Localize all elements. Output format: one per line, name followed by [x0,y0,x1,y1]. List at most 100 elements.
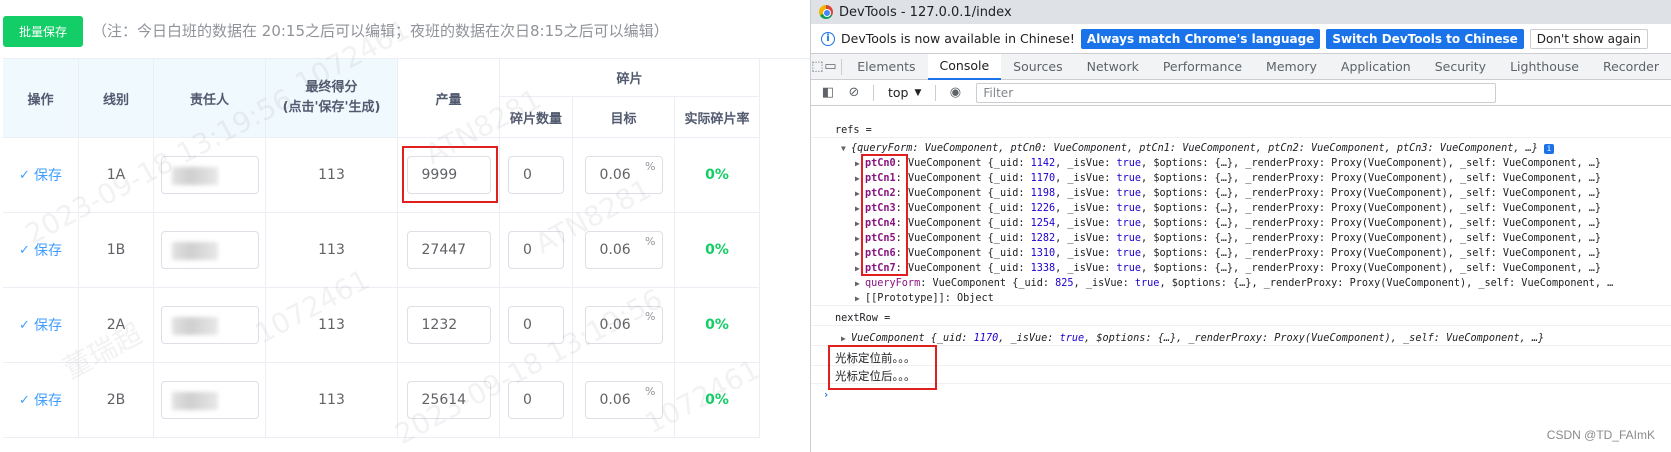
owner-select-redacted[interactable] [160,231,259,269]
context-select[interactable]: top ▼ [882,85,927,100]
header-final-score: 最终得分 (点击'保存'生成) [266,59,398,138]
collapse-triangle-icon[interactable]: ▶ [855,171,865,186]
row-scrap-cell: 0 [500,138,573,213]
owner-select-redacted[interactable] [160,306,259,344]
dont-show-again-button[interactable]: Don't show again [1529,28,1648,49]
switch-to-chinese-button[interactable]: Switch DevTools to Chinese [1326,28,1524,49]
collapse-triangle-icon[interactable]: ▶ [855,156,865,171]
chevron-down-icon: ▼ [914,87,922,98]
row-rate-cell: 0% [675,213,760,288]
ptcn-line[interactable]: ▶ ptCn6: VueComponent {_uid: 1310, _isVue… [811,246,1601,261]
ptcn-uid: 1226 [1030,203,1056,214]
tab-performance[interactable]: Performance [1151,54,1254,80]
clear-console-icon[interactable]: ⊘ [843,85,865,100]
next-row-label-line: nextRow = [811,311,1671,326]
next-row-uid: 1170 [973,333,999,344]
data-entry-app: 批量保存 （注：今日白班的数据在 20:15之后可以编辑；夜班的数据在次日8:1… [0,0,810,452]
tab-memory[interactable]: Memory [1254,54,1329,80]
output-input[interactable]: 9999 [406,156,491,194]
filter-input[interactable]: Filter [976,82,1497,103]
row-score: 113 [266,288,398,363]
sidebar-toggle-icon[interactable]: ◧ [817,85,839,100]
row-op-cell: ✓ 保存 [3,363,79,438]
scrap-count-input[interactable]: 0 [508,306,564,344]
collapse-triangle-icon[interactable]: ▶ [855,201,865,216]
collapse-triangle-icon[interactable]: ▶ [855,231,865,246]
refs-summary-line[interactable]: ▼ {queryForm: VueComponent, ptCn0: VueCom… [811,141,1555,156]
ptcn-key: ptCn6 [865,248,896,259]
console-output: refs = ▼ {queryForm: VueComponent, ptCn0:… [811,118,1671,452]
devtools-tabbar: ⬚ ▭ Elements Console Sources Network Perform… [811,53,1671,80]
row-save-label: 保存 [33,318,62,334]
output-input[interactable]: 1232 [406,306,491,344]
scrap-count-value: 0 [523,392,532,408]
chrome-icon [819,5,833,19]
device-toolbar-icon[interactable]: ▭ [824,59,837,74]
ptcn-uid: 1310 [1030,248,1056,259]
target-input[interactable]: 0.06% [584,381,663,419]
row-save-button[interactable]: ✓ 保存 [19,390,62,410]
console-prompt[interactable]: › [811,388,829,403]
owner-select-redacted[interactable] [160,381,259,419]
tab-network[interactable]: Network [1075,54,1151,80]
check-icon: ✓ [19,317,30,333]
ptcn-uid: 1142 [1030,158,1056,169]
target-input[interactable]: 0.06% [584,231,663,269]
ptcn-line[interactable]: ▶ ptCn7: VueComponent {_uid: 1338, _isVue… [811,261,1601,276]
info-badge-icon: i [1544,144,1555,154]
row-save-button[interactable]: ✓ 保存 [19,240,62,260]
ptcn-line[interactable]: ▶ ptCn3: VueComponent {_uid: 1226, _isVue… [811,201,1601,216]
tab-elements[interactable]: Elements [845,54,927,80]
prompt-chevron-icon: › [823,390,830,401]
output-input[interactable]: 27447 [406,231,491,269]
tab-console[interactable]: Console [927,53,1002,80]
collapse-triangle-icon[interactable]: ▶ [855,276,865,291]
infobar-text: DevTools is now available in Chinese! [841,31,1075,46]
tab-sources[interactable]: Sources [1001,54,1074,80]
next-row-value-line[interactable]: ▶ VueComponent {_uid: 1170, _isVue: true,… [811,331,1671,346]
row-actual-rate: 0% [705,242,729,258]
ptcn-key: ptCn5 [865,233,896,244]
row-line: 1B [79,213,154,288]
collapse-triangle-icon[interactable]: ▶ [855,186,865,201]
header-actual-rate: 实际碎片率 [675,97,760,138]
batch-save-button[interactable]: 批量保存 [3,16,83,47]
collapse-triangle-icon[interactable]: ▶ [855,291,865,306]
scrap-count-input[interactable]: 0 [508,156,564,194]
row-actual-rate: 0% [705,167,729,183]
prototype-line[interactable]: ▶ [[Prototype]]: Object [811,291,1671,306]
output-input[interactable]: 25614 [406,381,491,419]
tab-application[interactable]: Application [1329,54,1423,80]
csdn-watermark: CSDN @TD_FAImK [1546,428,1655,442]
target-value: 0.06 [599,167,631,183]
tab-security[interactable]: Security [1423,54,1498,80]
row-line: 2B [79,363,154,438]
console-toolbar: ◧ ⊘ top ▼ ◉ Filter [811,80,1671,106]
ptcn-line[interactable]: ▶ ptCn1: VueComponent {_uid: 1170, _isVue… [811,171,1601,186]
scrap-count-input[interactable]: 0 [508,381,564,419]
ptcn-line[interactable]: ▶ ptCn2: VueComponent {_uid: 1198, _isVue… [811,186,1601,201]
ptcn-line[interactable]: ▶ ptCn4: VueComponent {_uid: 1254, _isVue… [811,216,1601,231]
collapse-triangle-icon[interactable]: ▶ [855,246,865,261]
target-input[interactable]: 0.06% [584,156,663,194]
collapse-triangle-icon[interactable]: ▶ [855,261,865,276]
owner-select-redacted[interactable] [160,156,259,194]
target-input[interactable]: 0.06% [584,306,663,344]
row-save-button[interactable]: ✓ 保存 [19,315,62,335]
collapse-triangle-icon[interactable]: ▶ [855,216,865,231]
scrap-count-input[interactable]: 0 [508,231,564,269]
expand-triangle-icon[interactable]: ▼ [841,141,851,156]
always-match-language-button[interactable]: Always match Chrome's language [1080,28,1321,49]
query-form-key: queryForm [865,278,921,289]
ptcn-line[interactable]: ▶ ptCn0: VueComponent {_uid: 1142, _isVue… [811,156,1601,171]
row-save-button[interactable]: ✓ 保存 [19,165,62,185]
eye-icon[interactable]: ◉ [944,85,966,100]
inspect-element-icon[interactable]: ⬚ [811,59,824,74]
tab-recorder[interactable]: Recorder [1591,54,1671,80]
tab-lighthouse[interactable]: Lighthouse [1498,54,1591,80]
collapse-triangle-icon[interactable]: ▶ [841,331,851,346]
header-owner: 责任人 [154,59,266,138]
ptcn-line[interactable]: ▶ ptCn5: VueComponent {_uid: 1282, _isVue… [811,231,1601,246]
row-owner-cell [154,138,266,213]
query-form-line[interactable]: ▶ queryForm: VueComponent {_uid: 825, _is… [811,276,1613,291]
